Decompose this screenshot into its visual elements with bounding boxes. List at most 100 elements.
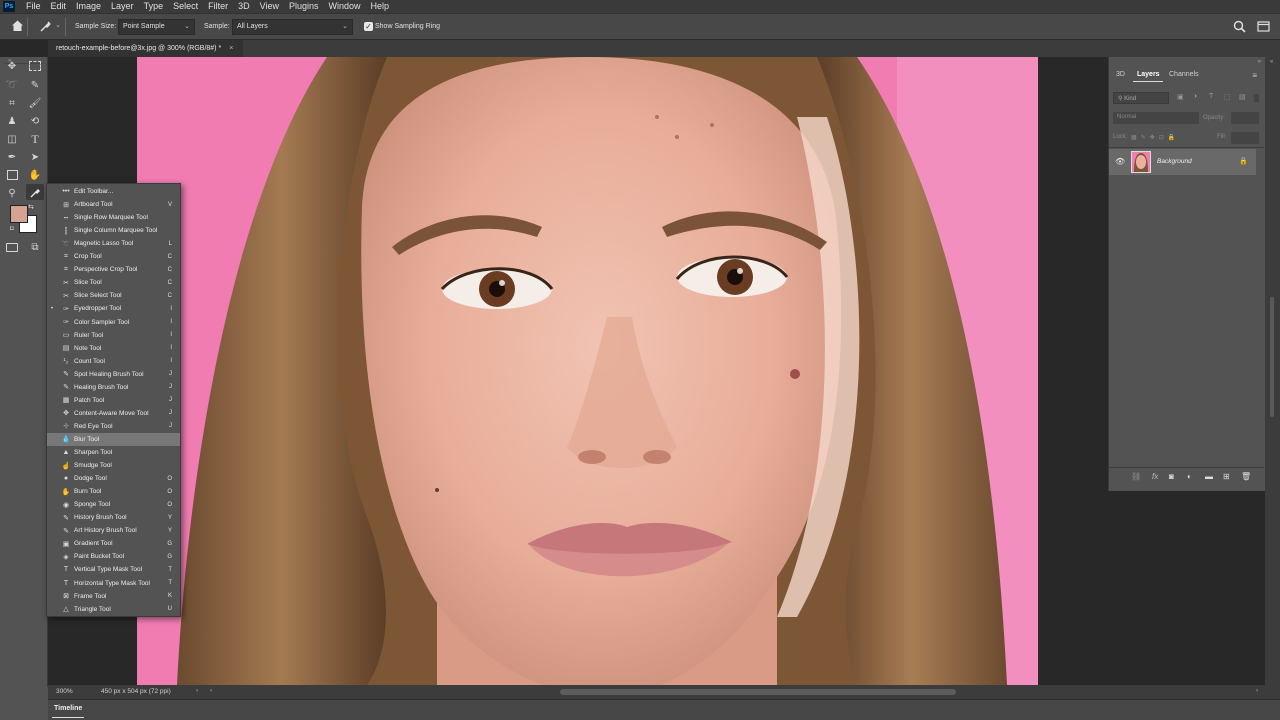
filter-pixel-icon[interactable]: ▣	[1177, 93, 1184, 101]
flyout-item-red-eye-tool[interactable]: ⊹ Red Eye Tool J	[47, 420, 180, 433]
eyedropper-preset-icon[interactable]	[39, 20, 52, 36]
flyout-item-color-sampler-tool[interactable]: ✑ Color Sampler Tool I	[47, 316, 180, 329]
menu-select[interactable]: Select	[168, 0, 203, 13]
crop-tool-icon[interactable]: ⌗	[3, 95, 21, 111]
flyout-item-single-column-marquee-tool[interactable]: ┇ Single Column Marquee Tool	[47, 224, 180, 237]
flyout-item-blur-tool[interactable]: 💧 Blur Tool	[47, 432, 180, 446]
path-selection-tool-icon[interactable]: ➤	[26, 149, 44, 165]
zoom-tool-icon[interactable]: ⚲	[3, 185, 21, 201]
menu-layer[interactable]: Layer	[106, 0, 139, 13]
type-tool-icon[interactable]: T	[26, 131, 44, 147]
hand-tool-icon[interactable]: ✋	[26, 167, 44, 183]
flyout-item-crop-tool[interactable]: ⌗ Crop Tool C	[47, 250, 180, 263]
flyout-item-edit-toolbar[interactable]: ••• Edit Toolbar...	[47, 185, 180, 198]
quick-mask-icon[interactable]	[3, 239, 21, 255]
flyout-item-horizontal-type-mask-tool[interactable]: T Horizontal Type Mask Tool T	[47, 577, 180, 590]
flyout-item-vertical-type-mask-tool[interactable]: T Vertical Type Mask Tool T	[47, 563, 180, 576]
workspace-icon[interactable]	[1257, 20, 1270, 36]
filter-type-icon[interactable]: T	[1209, 93, 1213, 100]
menu-window[interactable]: Window	[324, 0, 366, 13]
tab-channels[interactable]: Channels	[1169, 71, 1199, 78]
menu-filter[interactable]: Filter	[203, 0, 233, 13]
lasso-tool-icon[interactable]: ➰	[3, 77, 21, 93]
flyout-item-sponge-tool[interactable]: ◉ Sponge Tool O	[47, 498, 180, 511]
flyout-item-magnetic-lasso-tool[interactable]: ➰ Magnetic Lasso Tool L	[47, 237, 180, 250]
visibility-eye-icon[interactable]: 👁	[1115, 157, 1125, 166]
flyout-item-slice-tool[interactable]: ✂ Slice Tool C	[47, 276, 180, 289]
flyout-item-perspective-crop-tool[interactable]: ⌗ Perspective Crop Tool C	[47, 263, 180, 276]
flyout-item-ruler-tool[interactable]: ▭ Ruler Tool I	[47, 329, 180, 342]
menu-image[interactable]: Image	[71, 0, 106, 13]
timeline-tab[interactable]: Timeline	[54, 705, 82, 712]
brush-tool-icon[interactable]: 🖌	[26, 95, 44, 111]
home-icon[interactable]	[11, 19, 24, 35]
filter-toggle[interactable]	[1254, 94, 1259, 102]
flyout-item-burn-tool[interactable]: ✋ Burn Tool O	[47, 485, 180, 498]
menu-edit[interactable]: Edit	[46, 0, 72, 13]
chevron-down-icon[interactable]: ⌄	[55, 21, 61, 29]
flyout-item-sharpen-tool[interactable]: ▲ Sharpen Tool	[47, 446, 180, 459]
menu-help[interactable]: Help	[366, 0, 395, 13]
flyout-item-gradient-tool[interactable]: ▣ Gradient Tool G	[47, 537, 180, 550]
close-tab-icon[interactable]: ×	[229, 45, 233, 52]
eraser-tool-icon[interactable]: ◫	[3, 131, 21, 147]
horizontal-scrollbar-thumb[interactable]	[560, 689, 956, 695]
menu-type[interactable]: Type	[139, 0, 169, 13]
rectangle-tool-icon[interactable]	[3, 167, 21, 183]
clone-stamp-tool-icon[interactable]: ♟	[3, 113, 21, 129]
pen-tool-icon[interactable]: ✒	[3, 149, 21, 165]
lock-icons[interactable]: ▦✎✥⊡🔒	[1131, 134, 1179, 141]
scroll-left-icon[interactable]: ‹	[210, 687, 212, 694]
new-group-icon[interactable]: ▬	[1205, 472, 1213, 481]
zoom-level[interactable]: 300%	[56, 688, 73, 695]
collapse-panels-icon[interactable]: «	[1270, 59, 1273, 65]
blend-mode-select[interactable]: Normal	[1113, 112, 1199, 124]
history-brush-tool-icon[interactable]: ⟲	[26, 113, 44, 129]
menu-view[interactable]: View	[255, 0, 284, 13]
default-colors-icon[interactable]: ◘	[10, 226, 14, 232]
filter-smart-object-icon[interactable]: ▤	[1239, 93, 1246, 101]
marquee-tool-icon[interactable]	[26, 58, 44, 74]
opacity-input[interactable]	[1231, 112, 1259, 124]
quick-selection-tool-icon[interactable]: ✎	[26, 77, 44, 93]
foreground-color-swatch[interactable]	[10, 205, 28, 223]
vertical-scrollbar-thumb[interactable]	[1270, 297, 1274, 417]
flyout-item-spot-healing-brush-tool[interactable]: ✎ Spot Healing Brush Tool J	[47, 368, 180, 381]
flyout-item-healing-brush-tool[interactable]: ✎ Healing Brush Tool J	[47, 381, 180, 394]
panel-menu-icon[interactable]: ≡	[1252, 71, 1257, 80]
adjustment-layer-icon[interactable]: ◐	[1187, 472, 1192, 481]
add-mask-icon[interactable]: ◙	[1169, 472, 1174, 481]
document-image[interactable]	[137, 57, 1038, 685]
delete-layer-icon[interactable]: 🗑	[1241, 472, 1251, 481]
flyout-item-single-row-marquee-tool[interactable]: ┅ Single Row Marquee Tool	[47, 211, 180, 224]
flyout-item-content-aware-move-tool[interactable]: ✥ Content-Aware Move Tool J	[47, 407, 180, 420]
filter-kind-select[interactable]: ⚲ Kind	[1113, 92, 1169, 104]
flyout-item-triangle-tool[interactable]: △ Triangle Tool U	[47, 603, 180, 616]
scroll-right-icon[interactable]: ›	[1256, 687, 1258, 694]
menu-file[interactable]: File	[21, 0, 46, 13]
filter-shape-icon[interactable]: ⬚	[1224, 93, 1231, 101]
new-layer-icon[interactable]: ⊞	[1223, 472, 1230, 481]
document-tab[interactable]: retouch-example-before@3x.jpg @ 300% (RG…	[48, 40, 244, 57]
flyout-item-count-tool[interactable]: ¹₂ Count Tool I	[47, 355, 180, 368]
move-tool-icon[interactable]: ✥	[3, 58, 21, 74]
flyout-item-frame-tool[interactable]: ⊠ Frame Tool K	[47, 590, 180, 603]
flyout-item-dodge-tool[interactable]: ● Dodge Tool O	[47, 472, 180, 485]
flyout-item-patch-tool[interactable]: ▦ Patch Tool J	[47, 394, 180, 407]
collapse-panel-icon[interactable]: »	[1258, 59, 1261, 65]
swap-colors-icon[interactable]: ⇆	[28, 203, 34, 211]
eyedropper-tool-icon[interactable]	[26, 184, 44, 200]
menu-plugins[interactable]: Plugins	[284, 0, 324, 13]
filter-adjustment-icon[interactable]: ◑	[1193, 93, 1197, 100]
flyout-item-note-tool[interactable]: ▤ Note Tool I	[47, 342, 180, 355]
flyout-item-artboard-tool[interactable]: ⊞ Artboard Tool V	[47, 198, 180, 211]
search-icon[interactable]	[1233, 20, 1246, 36]
screen-mode-icon[interactable]: ⧉	[26, 239, 44, 255]
layer-row[interactable]: 👁 Background 🔒	[1109, 149, 1256, 175]
sample-size-select[interactable]: Point Sample ⌄	[118, 19, 195, 35]
tab-layers[interactable]: Layers	[1137, 71, 1160, 78]
menu-3d[interactable]: 3D	[233, 0, 255, 13]
tab-3d[interactable]: 3D	[1116, 71, 1125, 78]
sample-select[interactable]: All Layers ⌄	[232, 19, 353, 35]
link-layers-icon[interactable]: ⛓	[1131, 472, 1141, 481]
